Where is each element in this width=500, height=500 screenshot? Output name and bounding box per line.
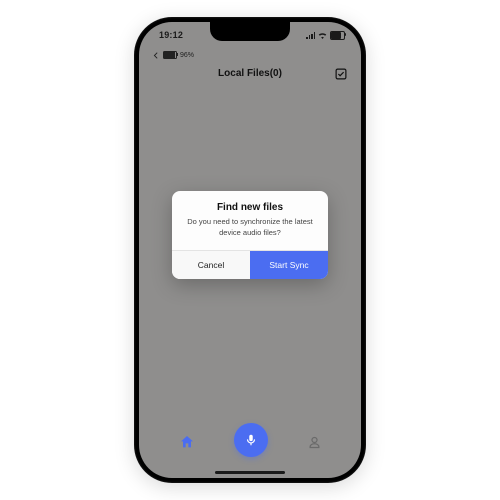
record-button[interactable] [234,423,268,457]
screen: 19:12 96% Local Files(0) Find new files … [139,22,361,478]
cancel-button[interactable]: Cancel [172,251,250,279]
dialog-message: Do you need to synchronize the latest de… [172,217,328,249]
microphone-icon [244,433,258,447]
nav-profile[interactable] [307,435,322,450]
nav-home[interactable] [179,434,195,450]
modal-backdrop: Find new files Do you need to synchroniz… [139,22,361,478]
bottom-nav [139,416,361,478]
start-sync-button[interactable]: Start Sync [250,251,328,279]
dialog-title: Find new files [172,191,328,217]
sync-dialog: Find new files Do you need to synchroniz… [172,191,328,278]
home-icon [179,434,195,450]
device-notch [210,22,290,41]
home-indicator[interactable] [215,471,285,474]
dialog-actions: Cancel Start Sync [172,250,328,279]
person-icon [307,435,322,450]
phone-frame: 19:12 96% Local Files(0) Find new files … [134,17,366,483]
